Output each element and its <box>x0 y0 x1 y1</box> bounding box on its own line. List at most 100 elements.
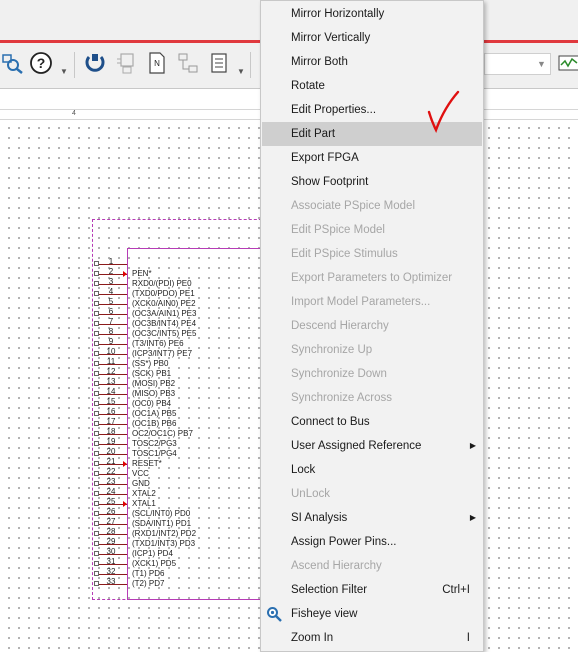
menu-item-label: Edit PSpice Model <box>291 224 385 236</box>
menu-item-show-footprint[interactable]: Show Footprint <box>262 170 482 194</box>
ruler-label: 4 <box>72 110 76 117</box>
menu-item-label: Associate PSpice Model <box>291 200 416 212</box>
menu-item-synchronize-across[interactable]: Synchronize Across <box>262 386 482 410</box>
menu-item-label: Assign Power Pins... <box>291 536 397 548</box>
pin-label: VCC <box>132 469 149 478</box>
menu-item-label: Descend Hierarchy <box>291 320 389 332</box>
menu-item-mirror-horizontally[interactable]: Mirror Horizontally <box>262 2 482 26</box>
menu-item-si-analysis[interactable]: SI Analysis ▶ <box>262 506 482 530</box>
menu-item-edit-pspice-model[interactable]: Edit PSpice Model <box>262 218 482 242</box>
pin-number: 10 <box>106 347 116 356</box>
submenu-arrow-icon: ▶ <box>469 441 476 450</box>
menu-item-selection-filter[interactable]: Selection Filter Ctrl+I <box>262 578 482 602</box>
menu-item-label: Edit PSpice Stimulus <box>291 248 398 260</box>
pin-label: GND <box>132 479 150 488</box>
pin-number: 5 <box>108 297 114 306</box>
menu-item-mirror-both[interactable]: Mirror Both <box>262 50 482 74</box>
pin-label: (SDA/INT1) PD1 <box>132 519 192 528</box>
menu-item-label: Mirror Horizontally <box>291 8 385 20</box>
pin-label: (TXD1/INT3) PD3 <box>132 539 196 548</box>
pin-label: TOSC2/PG3 <box>132 439 177 448</box>
refresh-icon[interactable] <box>82 50 108 76</box>
pin-number: 12 <box>106 367 116 376</box>
menu-item-import-model-parameters[interactable]: Import Model Parameters... <box>262 290 482 314</box>
pin-label: (OC0) PB4 <box>132 399 172 408</box>
part-icon[interactable] <box>114 50 140 76</box>
menu-item-user-assigned-reference[interactable]: User Assigned Reference ▶ <box>262 434 482 458</box>
menu-item-ascend-hierarchy[interactable]: Ascend Hierarchy <box>262 554 482 578</box>
menu-item-shortcut: I <box>466 632 470 644</box>
pin-number: 4 <box>108 287 114 296</box>
menu-item-label: Show Footprint <box>291 176 369 188</box>
simulation-icon[interactable] <box>556 50 578 76</box>
pin-number: 23 <box>106 477 116 486</box>
pin-number: 28 <box>106 527 116 536</box>
pin-label: (ICP3/INT7) PE7 <box>132 349 193 358</box>
menu-item-label: Rotate <box>291 80 325 92</box>
pin-number: 13 <box>106 377 116 386</box>
pin-number: 26 <box>106 507 116 516</box>
pin-arrow-icon <box>123 501 127 507</box>
netlist-icon[interactable]: N <box>144 50 170 76</box>
chevron-down-icon[interactable]: ▼ <box>60 67 68 76</box>
pin-label: OC2/OC1C) PB7 <box>132 429 193 438</box>
help-icon[interactable]: ? <box>28 50 54 76</box>
pin-label: (SCL/INT0) PD0 <box>132 509 191 518</box>
menu-item-label: Selection Filter <box>291 584 368 596</box>
pin-number: 15 <box>106 397 116 406</box>
menu-item-export-fpga[interactable]: Export FPGA <box>262 146 482 170</box>
menu-item-unlock[interactable]: UnLock <box>262 482 482 506</box>
menu-item-label: Connect to Bus <box>291 416 370 428</box>
menu-item-label: Export FPGA <box>291 152 359 164</box>
pin-label: (T2) PD7 <box>132 579 165 588</box>
pin-number: 18 <box>106 427 116 436</box>
pin-arrow-icon <box>123 461 127 467</box>
pin-label: TOSC1/PG4 <box>132 449 177 458</box>
menu-item-synchronize-down[interactable]: Synchronize Down <box>262 362 482 386</box>
handwritten-checkmark <box>427 90 460 134</box>
pin-label: (SS*) PB0 <box>132 359 169 368</box>
menu-item-lock[interactable]: Lock <box>262 458 482 482</box>
menu-item-synchronize-up[interactable]: Synchronize Up <box>262 338 482 362</box>
pin-number: 6 <box>108 307 114 316</box>
pin-label: (T3/INT6) PE6 <box>132 339 184 348</box>
pin-number: 33 <box>106 577 116 586</box>
menu-item-label: Import Model Parameters... <box>291 296 431 308</box>
menu-item-label: UnLock <box>291 488 330 500</box>
annotate-icon[interactable] <box>175 50 201 76</box>
menu-item-export-parameters-to-optimizer[interactable]: Export Parameters to Optimizer <box>262 266 482 290</box>
svg-text:?: ? <box>37 55 46 71</box>
pin-label: (ICP1) PD4 <box>132 549 173 558</box>
pin-number: 25 <box>106 497 116 506</box>
pin-label: (XCK1) PD5 <box>132 559 177 568</box>
pin-label: RESET* <box>132 459 162 468</box>
menu-item-assign-power-pins[interactable]: Assign Power Pins... <box>262 530 482 554</box>
pin-number: 14 <box>106 387 116 396</box>
pin-number: 11 <box>106 357 116 366</box>
menu-item-associate-pspice-model[interactable]: Associate PSpice Model <box>262 194 482 218</box>
menu-item-connect-to-bus[interactable]: Connect to Bus <box>262 410 482 434</box>
chevron-down-icon[interactable]: ▼ <box>237 67 245 76</box>
submenu-arrow-icon: ▶ <box>469 513 476 522</box>
menu-item-fisheye-view[interactable]: Fisheye view <box>262 602 482 626</box>
pin-number: 27 <box>106 517 116 526</box>
chevron-down-icon[interactable]: ▼ <box>537 59 546 69</box>
pin-label: (OC3A/AIN1) PE3 <box>132 309 197 318</box>
pin-label: XTAL2 <box>132 489 156 498</box>
pin-label: (OC3C/INT5) PE5 <box>132 329 197 338</box>
menu-item-label: Synchronize Across <box>291 392 392 404</box>
menu-item-mirror-vertically[interactable]: Mirror Vertically <box>262 26 482 50</box>
menu-item-descend-hierarchy[interactable]: Descend Hierarchy <box>262 314 482 338</box>
menu-item-label: Synchronize Up <box>291 344 373 356</box>
pin-label: (RXD1/INT2) PD2 <box>132 529 197 538</box>
menu-item-label: Export Parameters to Optimizer <box>291 272 453 284</box>
pin-label: (MISO) PB3 <box>132 389 176 398</box>
menu-item-label: Fisheye view <box>291 608 358 620</box>
zoom-area-icon[interactable] <box>0 50 26 76</box>
menu-item-edit-pspice-stimulus[interactable]: Edit PSpice Stimulus <box>262 242 482 266</box>
pin-label: RXD0/(PDI) PE0 <box>132 279 192 288</box>
menu-item-zoom-in[interactable]: Zoom In I <box>262 626 482 650</box>
bom-icon[interactable] <box>206 50 232 76</box>
pin-number: 20 <box>106 447 116 456</box>
menu-item-label: Edit Properties... <box>291 104 377 116</box>
